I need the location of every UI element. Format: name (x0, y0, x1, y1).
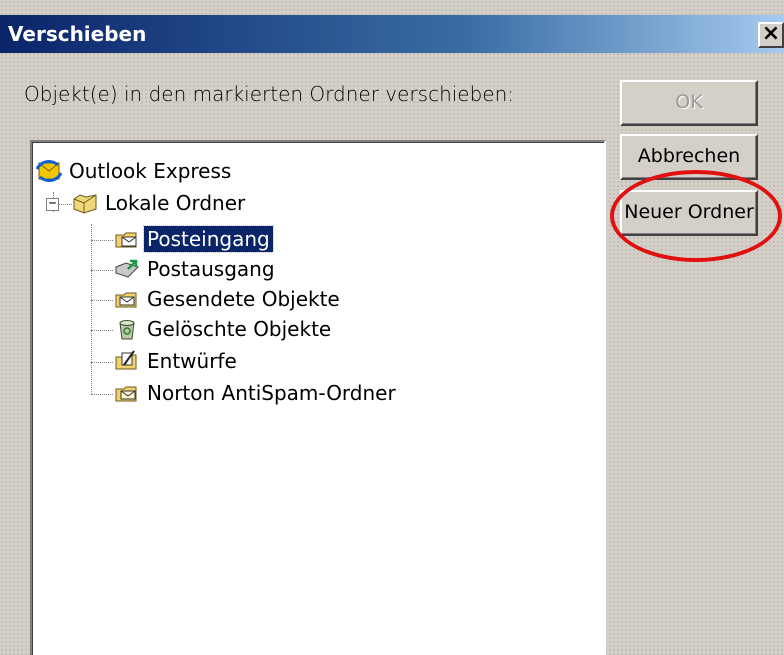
tree-item-label: Gesendete Objekte (147, 287, 340, 311)
tree-item-entwuerfe[interactable]: Entwürfe (114, 346, 240, 376)
tree-item-label: Norton AntiSpam-Ordner (147, 381, 396, 405)
collapse-toggle[interactable]: − (46, 196, 59, 211)
close-button[interactable]: × (758, 22, 784, 48)
tree-item-outlook-express[interactable]: Outlook Express (35, 156, 234, 186)
window-title: Verschieben (8, 22, 147, 46)
tree-line (91, 240, 113, 241)
tree-item-norton-antispam[interactable]: Norton AntiSpam-Ordner (114, 378, 399, 408)
folder-tree[interactable]: Outlook Express − Lokale Ordner Posteing… (30, 140, 606, 655)
minus-icon: − (48, 196, 57, 211)
tree-item-label: Outlook Express (69, 159, 232, 183)
cancel-button[interactable]: Abbrechen (620, 134, 758, 180)
instruction-text: Objekt(e) in den markierten Ordner versc… (24, 82, 515, 106)
tree-line (58, 204, 72, 205)
tree-item-gesendete-objekte[interactable]: Gesendete Objekte (114, 284, 343, 314)
close-icon: × (761, 21, 781, 46)
deleted-items-icon (114, 317, 140, 341)
tree-item-label: Postausgang (147, 257, 275, 281)
tree-line (91, 270, 113, 271)
tree-item-geloeschte-objekte[interactable]: Gelöschte Objekte (114, 314, 334, 344)
tree-item-label: Lokale Ordner (105, 191, 246, 215)
drafts-icon (114, 349, 140, 373)
tree-line (91, 224, 92, 394)
sent-items-icon (114, 287, 140, 311)
move-dialog: Verschieben × Objekt(e) in den markierte… (0, 0, 784, 655)
inbox-icon (114, 227, 140, 251)
tree-line (91, 394, 113, 395)
tree-item-label: Entwürfe (147, 349, 237, 373)
tree-line (91, 330, 113, 331)
antispam-folder-icon (114, 381, 140, 405)
tree-item-label: Posteingang (143, 225, 274, 253)
outbox-icon (114, 257, 140, 281)
outlook-express-icon (35, 159, 63, 183)
tree-line (91, 362, 113, 363)
local-folders-icon (72, 191, 98, 215)
title-bar[interactable]: Verschieben × (0, 15, 784, 53)
ok-button[interactable]: OK (620, 80, 758, 126)
tree-item-local-folders[interactable]: Lokale Ordner (72, 188, 248, 218)
tree-item-label: Gelöschte Objekte (147, 317, 332, 341)
tree-line (91, 300, 113, 301)
new-folder-button[interactable]: Neuer Ordner (620, 190, 758, 236)
tree-item-postausgang[interactable]: Postausgang (114, 254, 278, 284)
tree-item-posteingang[interactable]: Posteingang (114, 224, 274, 254)
